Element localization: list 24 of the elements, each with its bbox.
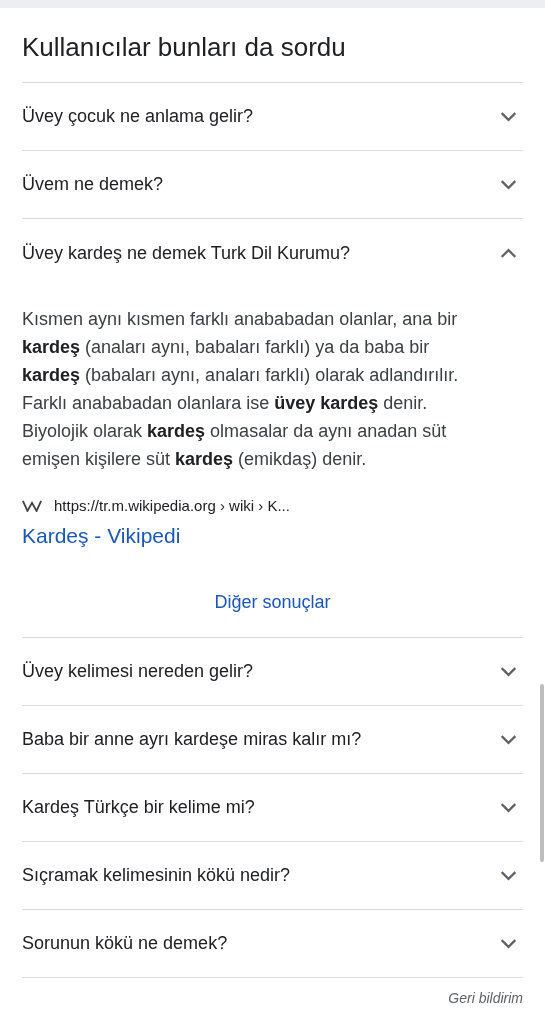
question-row[interactable]: Üvem ne demek? xyxy=(22,151,523,219)
wikipedia-w-icon xyxy=(22,499,42,512)
source-title-link[interactable]: Kardeş - Vikipedi xyxy=(22,524,181,548)
chevron-down-icon xyxy=(500,666,517,677)
section-heading: Kullanıcılar bunları da sordu xyxy=(22,8,523,83)
chevron-up-icon xyxy=(500,247,517,259)
chevron-down-icon xyxy=(500,734,517,745)
source-url: https://tr.m.wikipedia.org › wiki › K... xyxy=(54,497,290,514)
question-row[interactable]: Üvey çocuk ne anlama gelir? xyxy=(22,83,523,151)
question-row[interactable]: Kardeş Türkçe bir kelime mi? xyxy=(22,774,523,842)
scrollbar[interactable] xyxy=(540,684,544,862)
chevron-down-icon xyxy=(500,111,517,122)
more-results-button[interactable]: Diğer sonuçlar xyxy=(214,592,331,613)
answer-paragraph: Kısmen aynı kısmen farklı anababadan olanlar, ana bir kardeş (anaları aynı, babaları farklı) ya da baba bir kardeş (babaları aynı, anaları farklı) olarak adlandırılır. Farklı anababadan olanlara ise üvey kardeş denir. Biyolojik olarak kardeş olmasalar da aynı anadan süt emişen kişilere süt kardeş (emikdaş) denir. xyxy=(22,308,460,471)
chevron-down-icon xyxy=(500,179,517,190)
question-row[interactable]: Baba bir anne ayrı kardeşe miras kalır mı? xyxy=(22,706,523,774)
chevron-down-icon xyxy=(500,938,517,949)
feedback-link[interactable]: Geri bildirim xyxy=(448,990,523,1006)
question-row[interactable]: Sorunun kökü ne demek? xyxy=(22,910,523,978)
question-row[interactable]: Üvey kelimesi nereden gelir? xyxy=(22,638,523,706)
question-row[interactable]: Sıçramak kelimesinin kökü nedir? xyxy=(22,842,523,910)
question-row[interactable]: Üvey kardeş ne demek Turk Dil Kurumu? xyxy=(22,219,523,287)
chevron-down-icon xyxy=(500,870,517,881)
chevron-down-icon xyxy=(500,802,517,813)
